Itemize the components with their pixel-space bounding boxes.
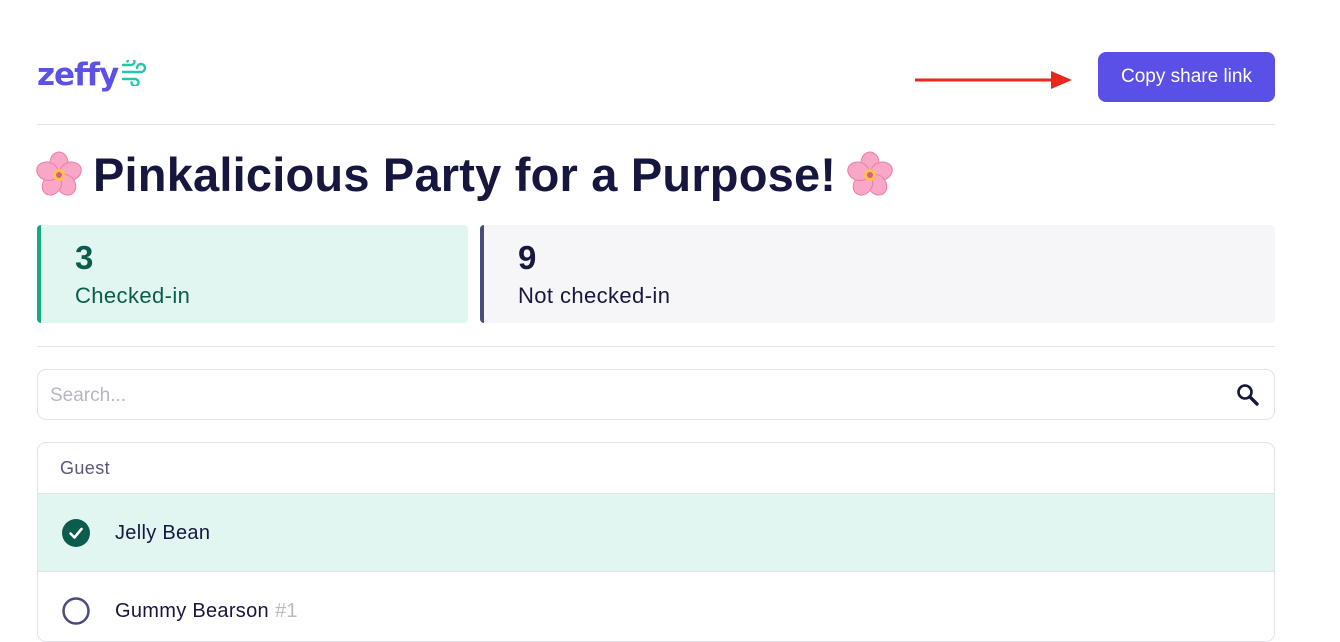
wind-icon — [122, 60, 147, 86]
guest-column-header: Guest — [38, 443, 1274, 494]
event-title: Pinkalicious Party for a Purpose! — [93, 148, 837, 201]
not-checked-in-label: Not checked-in — [518, 283, 671, 308]
cherry-blossom-icon — [847, 151, 893, 196]
unchecked-circle-icon[interactable] — [62, 597, 90, 625]
checked-circle-icon[interactable] — [62, 519, 90, 547]
stats-divider — [37, 346, 1275, 347]
guest-table: Guest Jelly Bean Gummy Bearson #1 — [37, 442, 1275, 642]
zeffy-logo[interactable]: zeffy — [37, 55, 149, 95]
guest-row[interactable]: Jelly Bean — [38, 494, 1274, 572]
cherry-blossom-icon — [36, 151, 82, 196]
guest-number: #1 — [274, 600, 298, 622]
top-header: zeffy Copy share link — [37, 52, 1275, 102]
guest-name: Jelly Bean — [115, 522, 211, 544]
guest-row[interactable]: Gummy Bearson #1 — [38, 572, 1274, 641]
search-box — [37, 369, 1275, 421]
guest-name: Gummy Bearson #1 — [115, 600, 298, 622]
not-checked-in-stat[interactable]: 9 Not checked-in — [480, 225, 1275, 323]
checked-in-stat[interactable]: 3 Checked-in — [37, 225, 468, 323]
search-icon[interactable] — [1236, 383, 1260, 407]
header-divider — [37, 124, 1275, 125]
not-checked-in-count: 9 — [518, 239, 537, 276]
checked-in-count: 3 — [75, 239, 94, 276]
page-title: Pinkalicious Party for a Purpose! — [35, 146, 894, 204]
annotation-arrow-icon — [915, 71, 1072, 89]
logo-text: zeffy — [37, 57, 119, 93]
search-input[interactable] — [48, 370, 1222, 421]
checked-in-label: Checked-in — [75, 283, 191, 308]
copy-share-link-button[interactable]: Copy share link — [1098, 52, 1275, 102]
